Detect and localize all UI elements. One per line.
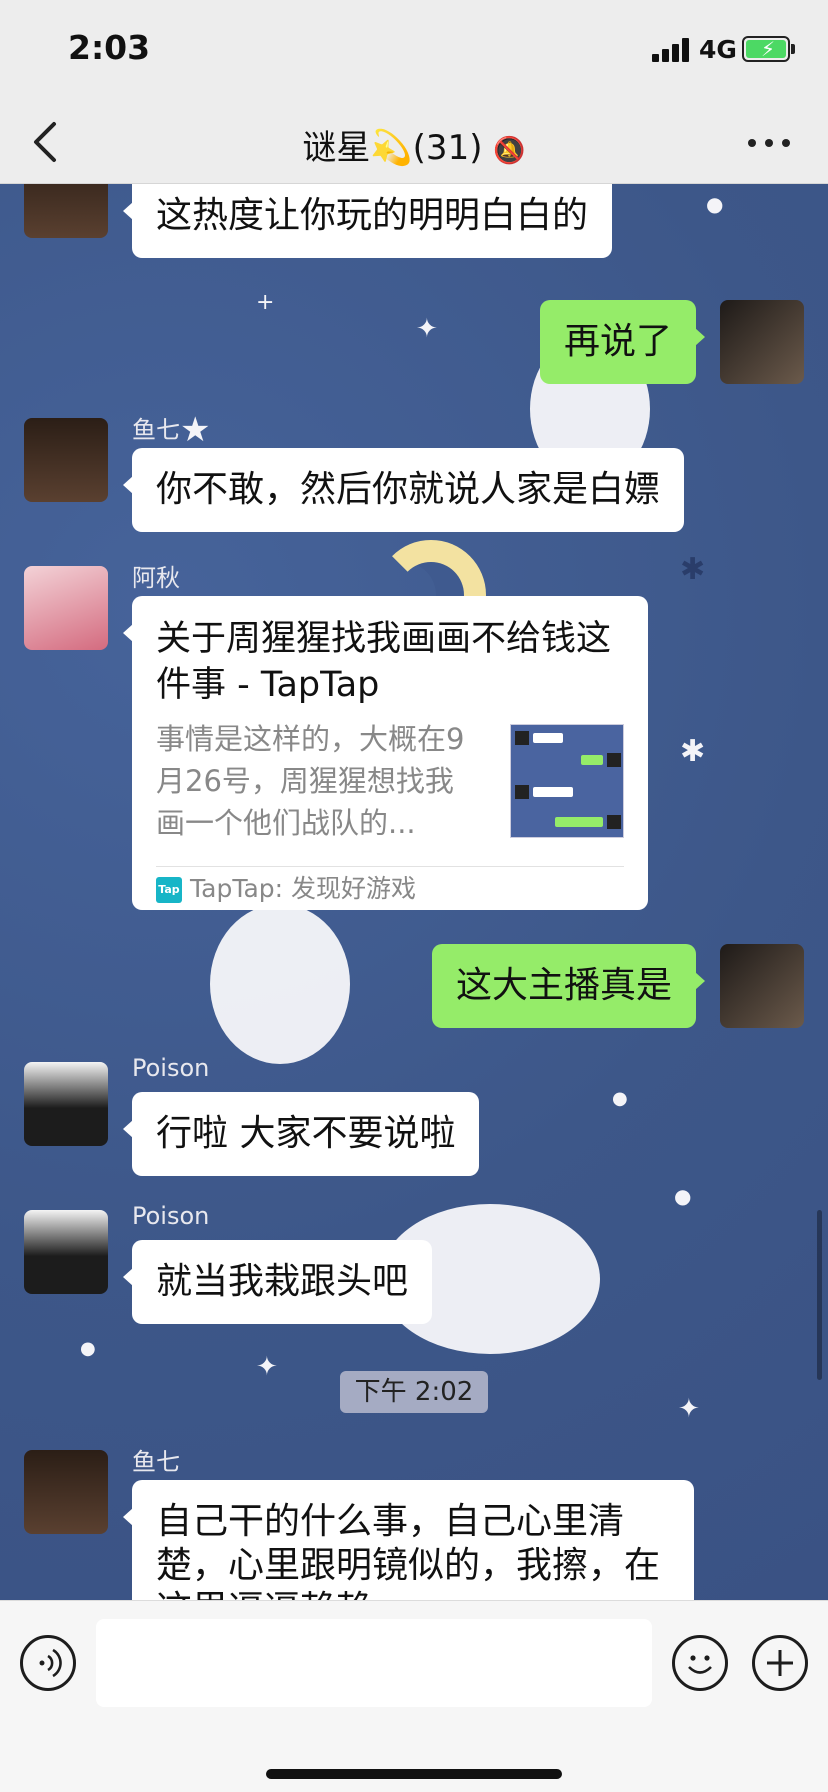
plus-icon	[767, 1650, 793, 1676]
star-decoration-icon: ✦	[678, 1394, 700, 1424]
star-decoration-icon: ✦	[256, 1352, 278, 1382]
bear-decoration	[210, 904, 350, 1064]
star-decoration-icon: ★	[180, 410, 211, 450]
taptap-logo-icon: Tap	[156, 877, 182, 903]
network-type-label: 4G	[699, 35, 737, 64]
link-card[interactable]: 关于周猩猩找我画画不给钱这件事 - TapTap 事情是这样的，大概在9月26号…	[123, 596, 648, 910]
sender-name: Poison	[132, 1054, 210, 1082]
dizzy-emoji-icon: 💫	[370, 128, 413, 168]
link-thumbnail	[510, 724, 624, 838]
timestamp-divider: 下午 2:02	[340, 1371, 488, 1413]
star-decoration-icon: ✱	[680, 552, 706, 587]
avatar[interactable]	[24, 1062, 108, 1146]
avatar[interactable]	[24, 184, 108, 238]
message-bubble[interactable]: 你不敢，然后你就说人家是白嫖	[122, 448, 685, 532]
sender-name: 阿秋	[132, 564, 180, 592]
avatar[interactable]	[24, 418, 108, 502]
emoji-button[interactable]	[672, 1635, 728, 1691]
chat-header: 谜星💫(31) 🔕	[0, 100, 828, 184]
voice-input-button[interactable]	[20, 1635, 76, 1691]
voice-icon	[39, 1648, 62, 1678]
my-avatar[interactable]	[720, 944, 804, 1028]
message-bubble[interactable]: 行啦 大家不要说啦	[122, 1092, 480, 1176]
avatar[interactable]	[24, 1210, 108, 1294]
star-decoration-icon: ●	[612, 1088, 628, 1109]
link-title: 关于周猩猩找我画画不给钱这件事 - TapTap	[156, 619, 612, 705]
star-decoration-icon: +	[256, 290, 275, 315]
avatar[interactable]	[24, 1450, 108, 1534]
more-actions-button[interactable]	[752, 1635, 808, 1691]
link-description: 事情是这样的，大概在9月26号，周猩猩想找我画一个他们战队的...	[156, 722, 465, 840]
avatar[interactable]	[24, 566, 108, 650]
my-message-bubble[interactable]: 这大主播真是	[431, 944, 706, 1028]
scrollbar[interactable]	[817, 1210, 822, 1380]
message-input[interactable]	[96, 1619, 652, 1707]
status-time: 2:03	[68, 28, 151, 67]
star-decoration-icon: ✦	[416, 314, 438, 344]
message-bubble[interactable]: 就当我栽跟头吧	[122, 1240, 433, 1324]
chat-message-list[interactable]: ● ✦ + ★ ✱ ✱ ● ● ● ✦ ✦ 这热度让你玩的明明白白的 再说了 鱼…	[0, 184, 828, 1600]
member-count: (31)	[412, 128, 483, 168]
sender-name: 鱼七	[132, 1448, 180, 1476]
sender-name: Poison	[132, 1202, 210, 1230]
battery-charging-icon: ⚡	[742, 36, 790, 62]
my-avatar[interactable]	[720, 300, 804, 384]
home-indicator[interactable]	[266, 1769, 562, 1779]
group-name: 谜星	[302, 128, 371, 168]
more-options-button[interactable]	[748, 136, 792, 150]
star-decoration-icon: ●	[674, 1184, 692, 1208]
sender-name: 鱼七	[132, 416, 180, 444]
signal-strength-icon	[652, 38, 694, 62]
chat-title: 谜星💫(31) 🔕	[0, 120, 828, 169]
star-decoration-icon: ✱	[680, 734, 706, 769]
my-message-bubble[interactable]: 再说了	[539, 300, 706, 384]
status-bar: 2:03 4G ⚡	[0, 0, 828, 100]
star-decoration-icon: ●	[706, 192, 724, 216]
chat-input-bar	[0, 1600, 828, 1792]
link-source: Tap TapTap: 发现好游戏	[156, 872, 416, 906]
star-decoration-icon: ●	[80, 1338, 96, 1359]
bell-slash-icon: 🔕	[493, 136, 526, 166]
smiley-icon	[688, 1655, 712, 1674]
message-bubble[interactable]: 自己干的什么事，自己心里清 楚，心里跟明镜似的，我擦，在 这里逼逼赖赖	[123, 1480, 694, 1600]
message-bubble[interactable]: 这热度让你玩的明明白白的	[122, 184, 613, 258]
